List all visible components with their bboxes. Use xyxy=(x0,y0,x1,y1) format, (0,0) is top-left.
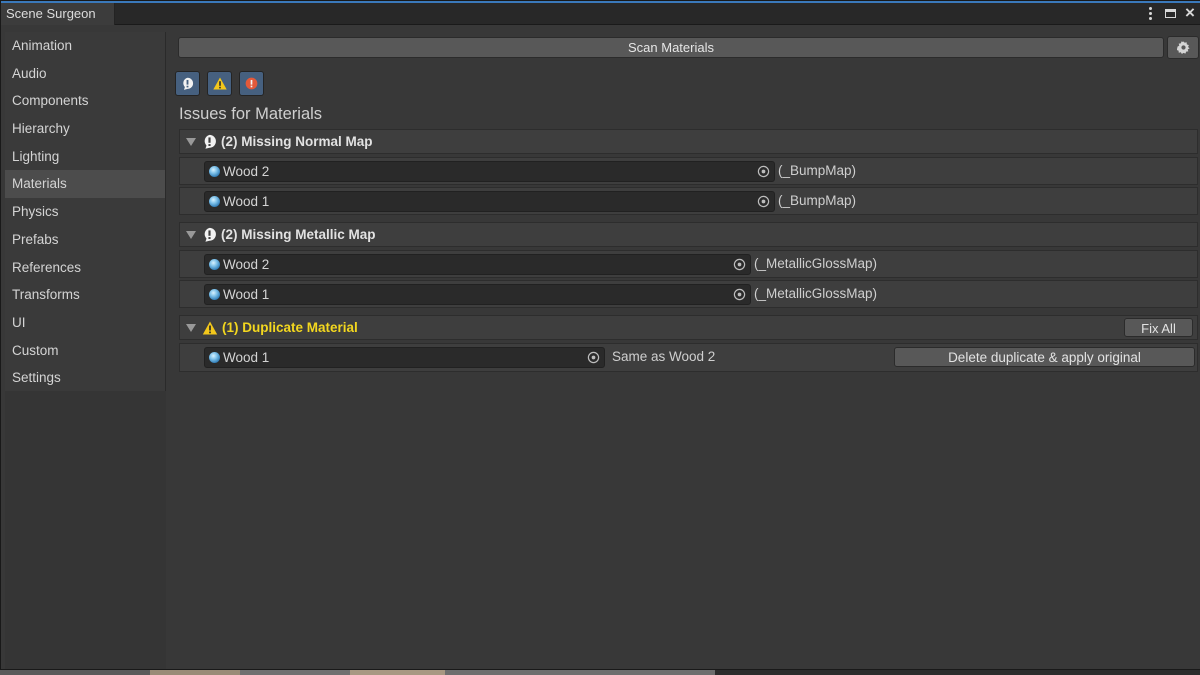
error-icon xyxy=(245,77,258,90)
object-picker-icon[interactable] xyxy=(733,288,746,301)
object-picker-icon[interactable] xyxy=(757,165,770,178)
scan-materials-button[interactable]: Scan Materials xyxy=(178,37,1164,58)
list-item: Wood 2 (_MetallicGlossMap) xyxy=(179,250,1198,278)
group-header-missing-metallic-map[interactable]: (2) Missing Metallic Map xyxy=(179,222,1198,247)
list-item: Wood 1 (_MetallicGlossMap) xyxy=(179,280,1198,308)
group-label: (2) Missing Normal Map xyxy=(221,134,373,149)
material-object-field[interactable]: Wood 1 xyxy=(204,191,775,212)
window-accent-bar xyxy=(1,1,1200,3)
warning-filter-toggle[interactable] xyxy=(207,71,232,96)
window-controls: × xyxy=(1143,4,1197,22)
sidebar-item-materials[interactable]: Materials xyxy=(5,170,165,199)
list-item: Wood 1 Same as Wood 2 Delete duplicate &… xyxy=(179,343,1198,372)
title-bar: Scene Surgeon × xyxy=(1,1,1200,25)
material-sphere-icon xyxy=(209,196,220,207)
sidebar-empty-area xyxy=(5,391,166,669)
material-name: Wood 1 xyxy=(223,194,270,209)
delete-duplicate-button[interactable]: Delete duplicate & apply original xyxy=(894,347,1195,367)
object-picker-icon[interactable] xyxy=(733,258,746,271)
foldout-arrow-icon[interactable] xyxy=(186,230,196,239)
error-filter-toggle[interactable] xyxy=(239,71,264,96)
info-icon xyxy=(183,77,194,90)
sidebar-item-audio[interactable]: Audio xyxy=(5,60,165,88)
sidebar-item-custom[interactable]: Custom xyxy=(5,337,165,365)
scene-surgeon-window: Scene Surgeon × Animation Audio Componen… xyxy=(0,0,1200,670)
info-icon xyxy=(204,134,216,149)
section-title: Issues for Materials xyxy=(179,105,323,123)
property-name: (_BumpMap) xyxy=(778,193,857,208)
sidebar-item-prefabs[interactable]: Prefabs xyxy=(5,226,165,254)
material-object-field[interactable]: Wood 1 xyxy=(204,347,605,368)
sidebar-item-references[interactable]: References xyxy=(5,254,165,282)
material-sphere-icon xyxy=(209,352,220,363)
duplicate-description: Same as Wood 2 xyxy=(612,349,716,364)
material-sphere-icon xyxy=(209,289,220,300)
property-name: (_MetallicGlossMap) xyxy=(754,256,878,271)
material-object-field[interactable]: Wood 2 xyxy=(204,161,775,182)
sidebar-item-hierarchy[interactable]: Hierarchy xyxy=(5,115,165,143)
object-picker-icon[interactable] xyxy=(757,195,770,208)
severity-filters xyxy=(175,71,264,96)
info-filter-toggle[interactable] xyxy=(175,71,200,96)
sidebar-item-settings[interactable]: Settings xyxy=(5,364,165,392)
fix-all-button[interactable]: Fix All xyxy=(1124,318,1193,337)
background-scene-strip xyxy=(0,670,1200,675)
close-icon[interactable]: × xyxy=(1183,4,1197,21)
gear-icon xyxy=(1176,41,1190,54)
group-label: (1) Duplicate Material xyxy=(222,320,358,335)
material-object-field[interactable]: Wood 1 xyxy=(204,284,751,305)
property-name: (_BumpMap) xyxy=(778,163,857,178)
window-tab[interactable]: Scene Surgeon xyxy=(1,3,115,25)
main-panel: Scan Materials Issues for Materials (2) … xyxy=(169,25,1200,669)
sidebar-item-ui[interactable]: UI xyxy=(5,309,165,337)
warning-icon xyxy=(202,321,218,334)
maximize-icon[interactable] xyxy=(1163,5,1177,21)
material-name: Wood 1 xyxy=(223,287,270,302)
material-sphere-icon xyxy=(209,259,220,270)
sidebar-item-animation[interactable]: Animation xyxy=(5,32,165,60)
material-name: Wood 2 xyxy=(223,257,270,272)
sidebar-item-lighting[interactable]: Lighting xyxy=(5,143,165,171)
warning-icon xyxy=(212,77,227,90)
object-picker-icon[interactable] xyxy=(587,351,600,364)
list-item: Wood 1 (_BumpMap) xyxy=(179,187,1198,215)
sidebar-item-physics[interactable]: Physics xyxy=(5,198,165,226)
group-header-missing-normal-map[interactable]: (2) Missing Normal Map xyxy=(179,129,1198,154)
group-header-duplicate-material[interactable]: (1) Duplicate Material Fix All xyxy=(179,315,1198,340)
sidebar-item-transforms[interactable]: Transforms xyxy=(5,281,165,309)
group-label: (2) Missing Metallic Map xyxy=(221,227,376,242)
more-options-icon[interactable] xyxy=(1143,5,1157,21)
material-name: Wood 1 xyxy=(223,350,270,365)
info-icon xyxy=(204,227,216,242)
foldout-arrow-icon[interactable] xyxy=(186,137,196,146)
material-sphere-icon xyxy=(209,166,220,177)
settings-button[interactable] xyxy=(1167,36,1199,59)
sidebar-item-components[interactable]: Components xyxy=(5,87,165,115)
material-object-field[interactable]: Wood 2 xyxy=(204,254,751,275)
material-name: Wood 2 xyxy=(223,164,270,179)
foldout-arrow-icon[interactable] xyxy=(186,323,196,332)
list-item: Wood 2 (_BumpMap) xyxy=(179,157,1198,185)
category-sidebar: Animation Audio Components Hierarchy Lig… xyxy=(5,32,166,391)
property-name: (_MetallicGlossMap) xyxy=(754,286,878,301)
